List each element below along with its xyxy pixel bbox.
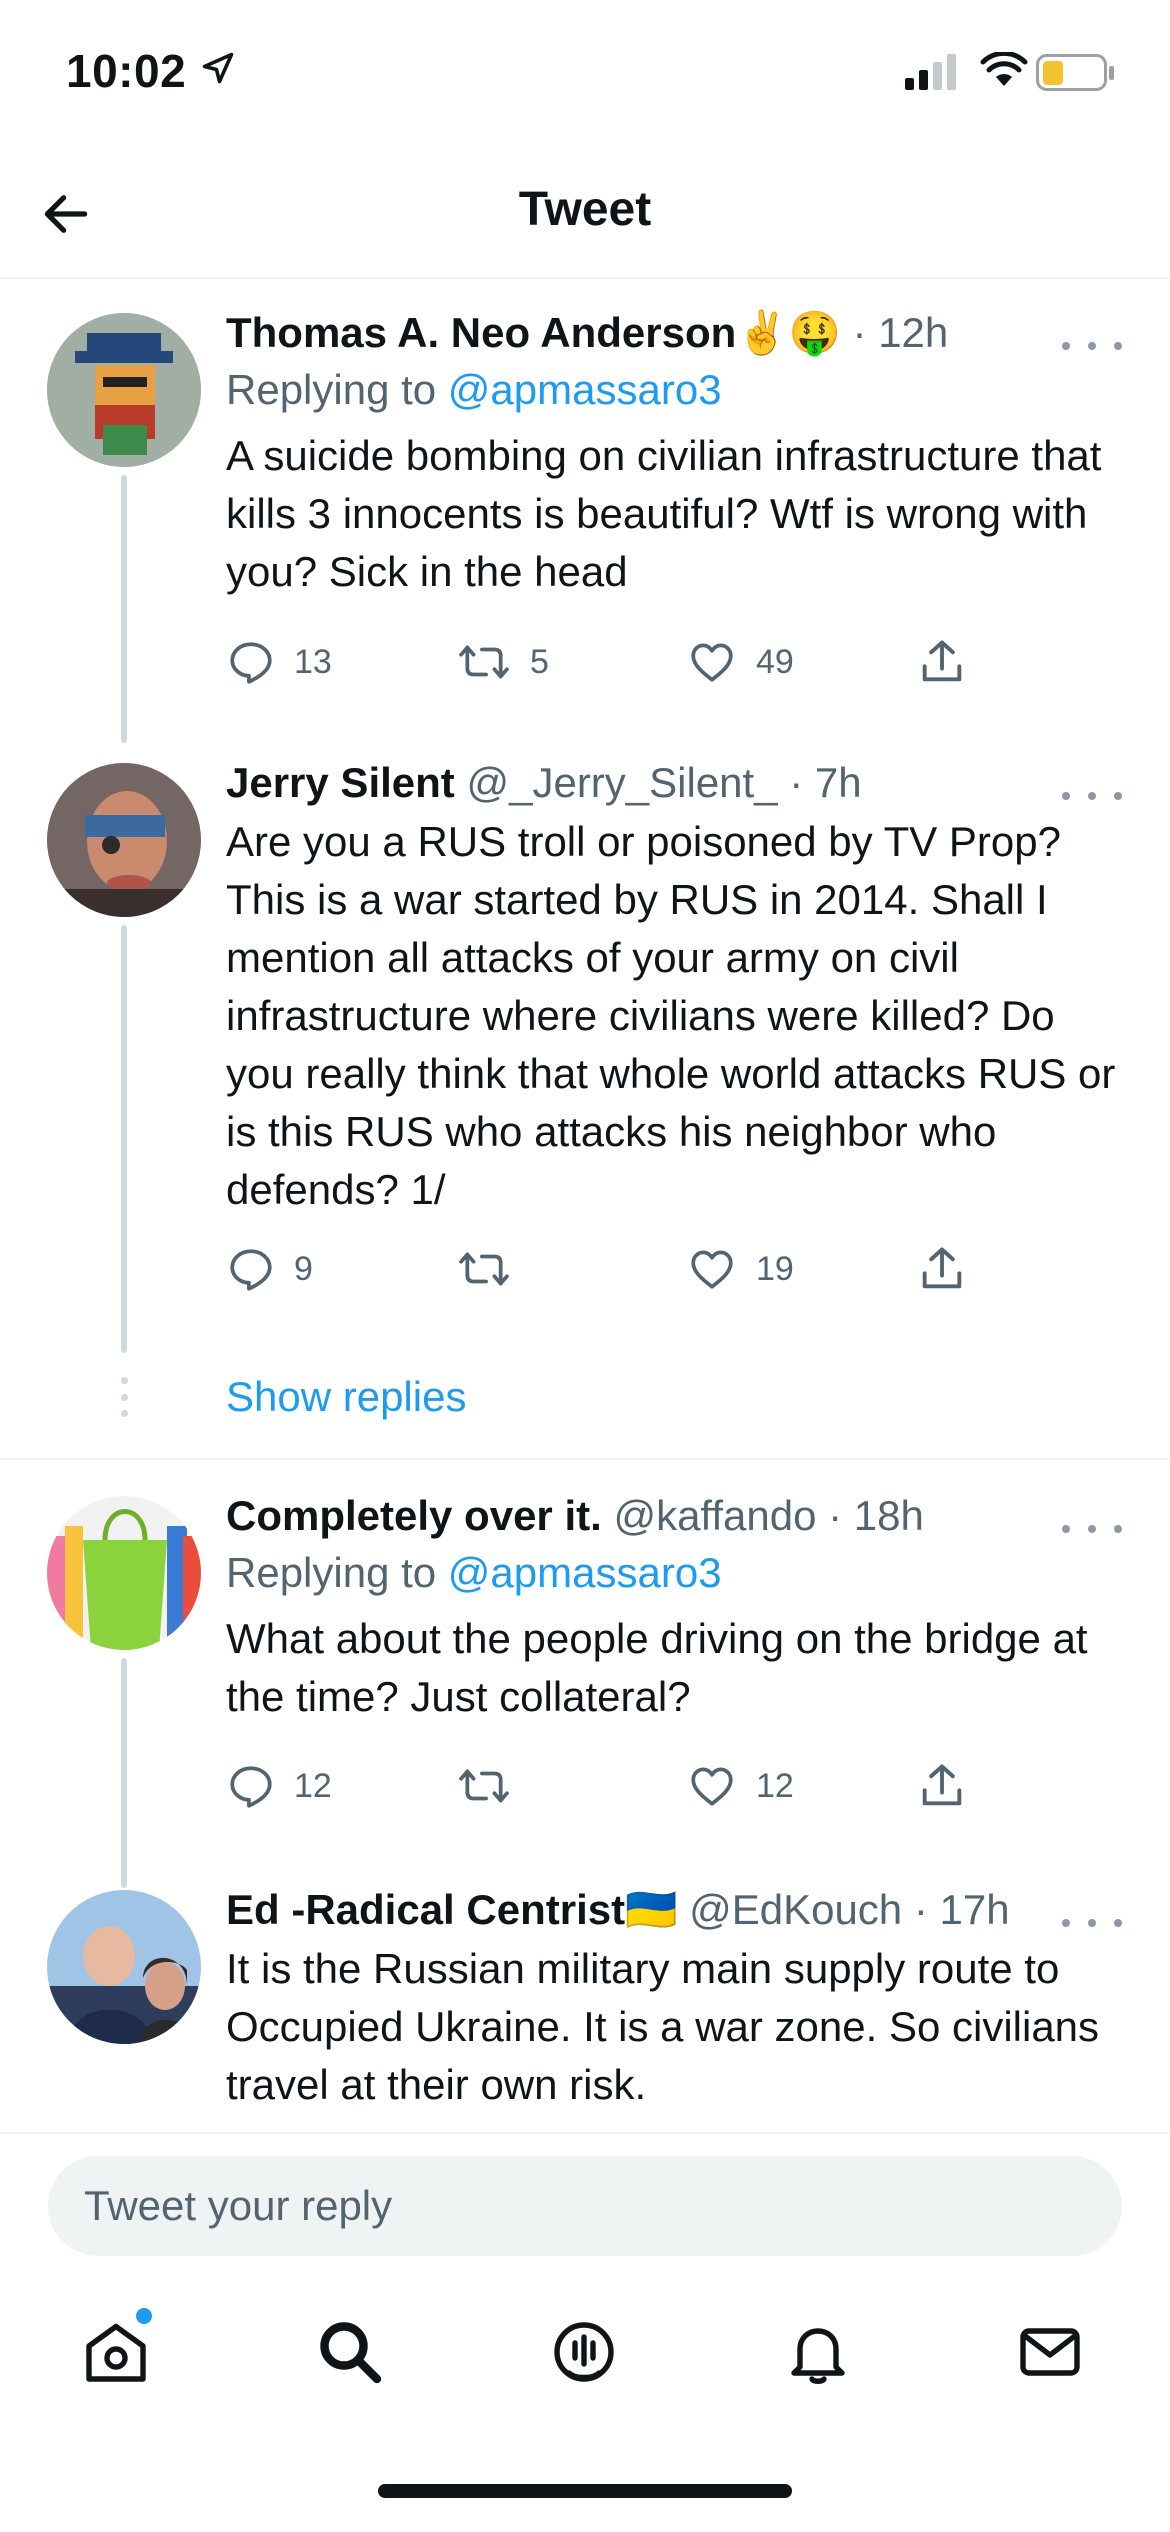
status-time: 10:02 xyxy=(66,45,187,97)
like-button[interactable]: 12 xyxy=(686,1756,794,1816)
author-name[interactable]: Ed -Radical Centrist🇺🇦 xyxy=(226,1886,677,1933)
share-button[interactable] xyxy=(916,632,968,692)
tweet-time: · 7h xyxy=(789,759,862,806)
share-icon xyxy=(922,1764,962,1806)
reply-icon xyxy=(230,642,272,684)
author-handle[interactable]: @_Jerry_Silent_ xyxy=(466,759,777,806)
status-bar: 10:02 xyxy=(0,0,1170,150)
tweet-actions: 13 5 49 xyxy=(226,632,986,692)
reply-count: 13 xyxy=(294,642,332,681)
tweet[interactable]: Jerry Silent @_Jerry_Silent_ · 7h Are yo… xyxy=(0,727,1170,1457)
thread-line xyxy=(121,1658,127,1888)
share-button[interactable] xyxy=(916,1756,968,1816)
author-name[interactable]: Jerry Silent xyxy=(226,759,455,806)
like-icon xyxy=(691,1767,733,1806)
reply-icon xyxy=(230,1766,272,1808)
reply-button[interactable]: 12 xyxy=(226,1756,332,1816)
more-icon[interactable] xyxy=(1062,781,1122,811)
avatar[interactable] xyxy=(47,313,201,467)
tab-home[interactable] xyxy=(76,2312,156,2392)
retweet-button[interactable] xyxy=(456,1756,530,1816)
replying-handle[interactable]: @apmassaro3 xyxy=(448,366,722,413)
wifi-icon xyxy=(980,52,1028,86)
spaces-icon xyxy=(554,2322,614,2382)
more-icon[interactable] xyxy=(1062,1908,1122,1938)
like-count: 19 xyxy=(756,1249,794,1288)
notification-dot xyxy=(136,2308,152,2324)
avatar[interactable] xyxy=(47,1496,201,1650)
replying-to: Replying to @apmassaro3 xyxy=(226,366,722,413)
like-button[interactable]: 19 xyxy=(686,1239,794,1299)
retweet-icon xyxy=(459,645,509,679)
tweet-actions: 12 12 xyxy=(226,1756,986,1816)
like-count: 12 xyxy=(756,1766,794,1805)
replying-handle[interactable]: @apmassaro3 xyxy=(448,1549,722,1596)
thread-line xyxy=(121,475,127,743)
top-nav: Tweet xyxy=(0,150,1170,279)
reply-icon xyxy=(230,1249,272,1291)
messages-icon xyxy=(1020,2328,1080,2376)
like-count: 49 xyxy=(756,642,794,681)
retweet-icon xyxy=(459,1252,509,1286)
reply-count: 12 xyxy=(294,1766,332,1805)
retweet-count: 5 xyxy=(530,642,549,681)
search-icon xyxy=(320,2322,382,2384)
tab-spaces[interactable] xyxy=(544,2312,624,2392)
avatar[interactable] xyxy=(47,1890,201,2044)
share-icon xyxy=(922,1247,962,1289)
like-button[interactable]: 49 xyxy=(686,632,794,692)
reply-count: 9 xyxy=(294,1249,313,1288)
home-icon xyxy=(86,2323,146,2382)
tweet-text: A suicide bombing on civilian infrastruc… xyxy=(226,432,1102,595)
tweet-header: Ed -Radical Centrist🇺🇦 @EdKouch · 17h xyxy=(226,1882,1122,1938)
author-name[interactable]: Completely over it. xyxy=(226,1492,602,1539)
home-indicator[interactable] xyxy=(378,2484,792,2498)
thread-dots xyxy=(118,1377,130,1417)
tweet-time: · 12h xyxy=(852,309,949,356)
author-handle[interactable]: @kaffando xyxy=(613,1492,816,1539)
tab-search[interactable] xyxy=(310,2312,390,2392)
avatar[interactable] xyxy=(47,763,201,917)
reply-button[interactable]: 13 xyxy=(226,632,332,692)
tweet-actions: 9 19 xyxy=(226,1239,986,1299)
page-title: Tweet xyxy=(518,183,652,236)
retweet-button[interactable] xyxy=(456,1239,530,1299)
more-icon[interactable] xyxy=(1062,1514,1122,1544)
tweet-text: It is the Russian military main supply r… xyxy=(226,1945,1100,2108)
author-name[interactable]: Thomas A. Neo Anderson✌️🤑 xyxy=(226,309,841,356)
share-icon xyxy=(922,640,962,682)
show-replies-link[interactable]: Show replies xyxy=(226,1373,466,1421)
retweet-button[interactable]: 5 xyxy=(456,632,549,692)
signal-icon xyxy=(905,54,956,90)
tweet-text: Are you a RUS troll or poisoned by TV Pr… xyxy=(226,818,1116,1213)
tab-notifications[interactable] xyxy=(778,2312,858,2392)
tweet-header: Jerry Silent @_Jerry_Silent_ · 7h xyxy=(226,755,1122,811)
reply-button[interactable]: 9 xyxy=(226,1239,313,1299)
tweet-header: Completely over it. @kaffando · 18h xyxy=(226,1488,1122,1544)
tweet[interactable]: Thomas A. Neo Anderson✌️🤑 · 12h Replying… xyxy=(0,277,1170,743)
like-icon xyxy=(691,1250,733,1289)
retweet-icon xyxy=(459,1769,509,1803)
reply-input[interactable]: Tweet your reply xyxy=(48,2156,1122,2256)
tweet[interactable]: Completely over it. @kaffando · 18h Repl… xyxy=(0,1460,1170,1888)
thread-line xyxy=(121,925,127,1353)
tweet[interactable]: Ed -Radical Centrist🇺🇦 @EdKouch · 17h It… xyxy=(0,1856,1170,2132)
notifications-icon xyxy=(791,2328,845,2384)
author-handle[interactable]: @EdKouch xyxy=(689,1886,902,1933)
tweet-time: · 17h xyxy=(913,1886,1010,1933)
tweet-time: · 18h xyxy=(828,1492,924,1539)
share-button[interactable] xyxy=(916,1239,968,1299)
tab-bar xyxy=(0,2282,1170,2432)
replying-to: Replying to @apmassaro3 xyxy=(226,1549,722,1596)
more-icon[interactable] xyxy=(1062,331,1122,361)
like-icon xyxy=(691,643,733,682)
tweet-header: Thomas A. Neo Anderson✌️🤑 · 12h xyxy=(226,305,1122,361)
location-arrow-icon xyxy=(202,52,234,84)
tab-messages[interactable] xyxy=(1010,2312,1090,2392)
tweet-text: What about the people driving on the bri… xyxy=(226,1615,1088,1720)
battery-icon xyxy=(1036,54,1114,91)
reply-bar: Tweet your reply xyxy=(0,2132,1170,2284)
